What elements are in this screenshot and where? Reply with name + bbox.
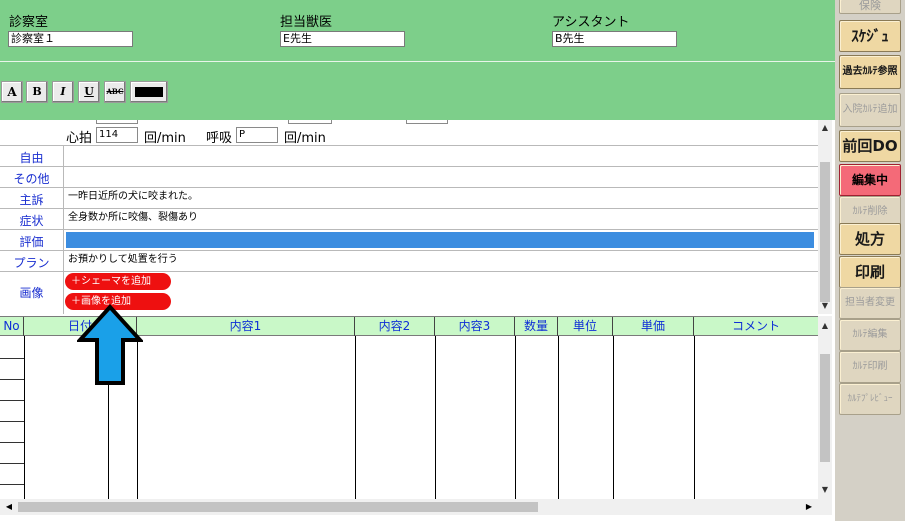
vitals-row: 心拍 114 回/min 呼吸 P 回/min bbox=[0, 120, 818, 146]
assistant-field[interactable]: B先生 bbox=[552, 31, 677, 47]
pulse-unit: 回/min bbox=[144, 131, 186, 146]
symptom-field[interactable]: 全身数か所に咬傷、裂傷あり bbox=[65, 209, 818, 229]
font-color-button[interactable] bbox=[130, 81, 168, 103]
change-staff-button[interactable]: 担当者変更 bbox=[839, 287, 901, 319]
row-label: 画像 bbox=[0, 272, 64, 314]
soap-row-symptom: 症状 全身数か所に咬傷、裂傷あり bbox=[0, 209, 818, 230]
form-scrollbar[interactable]: ▲ ▼ bbox=[818, 120, 832, 314]
soap-row-free: 自由 bbox=[0, 146, 818, 167]
header-panel: 診察室 診察室１ 担当獣医 E先生 アシスタント B先生 bbox=[0, 0, 835, 62]
soap-form: 心拍 114 回/min 呼吸 P 回/min 自由 その他 主訴 一昨日近所の… bbox=[0, 120, 818, 314]
row-label: その他 bbox=[0, 167, 64, 187]
add-inpatient-record-button[interactable]: 入院ｶﾙﾃ追加 bbox=[839, 93, 901, 127]
row-divider bbox=[0, 358, 24, 359]
vital-field-cut bbox=[288, 120, 332, 124]
row-label: プラン bbox=[0, 251, 64, 271]
soap-row-plan: プラン お預かりして処置を行う bbox=[0, 251, 818, 272]
vital-field-cut bbox=[96, 120, 138, 124]
column-header: 単価 bbox=[613, 317, 694, 336]
grid-horizontal-scrollbar[interactable]: ◀ ▶ bbox=[0, 499, 818, 515]
scroll-right-icon[interactable]: ▶ bbox=[802, 499, 816, 515]
vet-field[interactable]: E先生 bbox=[280, 31, 405, 47]
print-button[interactable]: 印刷 bbox=[839, 256, 901, 288]
row-label: 主訴 bbox=[0, 188, 64, 208]
font-size-button[interactable]: A bbox=[1, 81, 23, 103]
scroll-left-icon[interactable]: ◀ bbox=[2, 499, 16, 515]
scroll-up-icon[interactable]: ▲ bbox=[818, 318, 832, 334]
up-arrow-icon bbox=[77, 304, 143, 385]
grid-column-line bbox=[355, 336, 356, 499]
schedule-button[interactable]: ｽｹｼﾞｭ bbox=[839, 20, 901, 52]
scroll-down-icon[interactable]: ▼ bbox=[818, 298, 832, 314]
room-field[interactable]: 診察室１ bbox=[8, 31, 133, 47]
soap-row-complaint: 主訴 一昨日近所の犬に咬まれた。 bbox=[0, 188, 818, 209]
row-label: 自由 bbox=[0, 146, 64, 166]
free-field[interactable] bbox=[65, 146, 818, 166]
scroll-up-icon[interactable]: ▲ bbox=[818, 120, 832, 136]
strikethrough-button[interactable]: ABC bbox=[104, 81, 126, 103]
complaint-field[interactable]: 一昨日近所の犬に咬まれた。 bbox=[65, 188, 818, 208]
row-divider bbox=[0, 442, 24, 443]
scroll-corner bbox=[818, 499, 832, 515]
grid-column-line bbox=[613, 336, 614, 499]
column-header: 単位 bbox=[558, 317, 613, 336]
row-divider bbox=[0, 484, 24, 485]
chart-editor: 診察室 診察室１ 担当獣医 E先生 アシスタント B先生 A B I U ABC… bbox=[0, 0, 835, 521]
row-divider bbox=[0, 463, 24, 464]
grid-column-line bbox=[515, 336, 516, 499]
column-header: 内容3 bbox=[435, 317, 515, 336]
grid-column-line bbox=[435, 336, 436, 499]
format-toolbar: A B I U ABC bbox=[0, 62, 835, 120]
scroll-thumb[interactable] bbox=[820, 162, 830, 302]
vital-field-cut bbox=[406, 120, 448, 124]
assistant-label: アシスタント bbox=[552, 15, 630, 30]
color-swatch bbox=[135, 87, 163, 97]
grid-column-line bbox=[694, 336, 695, 499]
column-header: 内容2 bbox=[355, 317, 435, 336]
grid-column-line bbox=[558, 336, 559, 499]
column-header: 数量 bbox=[515, 317, 558, 336]
prescription-button[interactable]: 処方 bbox=[839, 223, 901, 255]
insurance-button[interactable]: 保険 bbox=[839, 0, 901, 14]
soap-row-assessment: 評価 bbox=[0, 230, 818, 251]
row-divider bbox=[0, 421, 24, 422]
grid-scrollbar[interactable]: ▲ ▼ bbox=[818, 316, 832, 499]
italic-button[interactable]: I bbox=[52, 81, 74, 103]
pulse-label: 心拍 bbox=[66, 131, 93, 146]
action-sidebar: 保険 ｽｹｼﾞｭ 過去ｶﾙﾃ参照 入院ｶﾙﾃ追加 前回DO 編集中 ｶﾙﾃ削除 … bbox=[835, 0, 905, 521]
grid-column-line bbox=[24, 336, 25, 499]
scroll-thumb[interactable] bbox=[18, 502, 538, 512]
column-header: 内容1 bbox=[137, 317, 355, 336]
column-header: No bbox=[0, 317, 24, 336]
plan-field[interactable]: お預かりして処置を行う bbox=[65, 251, 818, 271]
underline-button[interactable]: U bbox=[78, 81, 100, 103]
editing-button[interactable]: 編集中 bbox=[839, 164, 901, 196]
print-record-button[interactable]: ｶﾙﾃ印刷 bbox=[839, 351, 901, 383]
preview-record-button[interactable]: ｶﾙﾃﾌﾟﾚﾋﾞｭｰ bbox=[839, 383, 901, 415]
assessment-field[interactable] bbox=[66, 232, 814, 248]
soap-row-other: その他 bbox=[0, 167, 818, 188]
bold-button[interactable]: B bbox=[26, 81, 48, 103]
add-schema-button[interactable]: ＋シェーマを追加 bbox=[65, 273, 171, 290]
past-records-button[interactable]: 過去ｶﾙﾃ参照 bbox=[839, 55, 901, 89]
scroll-thumb[interactable] bbox=[820, 354, 830, 462]
room-label: 診察室 bbox=[9, 15, 49, 30]
row-label: 評価 bbox=[0, 230, 64, 250]
repeat-last-button[interactable]: 前回DO bbox=[839, 130, 901, 162]
row-divider bbox=[0, 400, 24, 401]
other-field[interactable] bbox=[65, 167, 818, 187]
row-divider bbox=[0, 379, 24, 380]
edit-record-button[interactable]: ｶﾙﾃ編集 bbox=[839, 319, 901, 351]
pulse-field[interactable]: 114 bbox=[96, 127, 138, 143]
vet-label: 担当獣医 bbox=[280, 15, 333, 30]
resp-unit: 回/min bbox=[284, 131, 326, 146]
resp-field[interactable]: P bbox=[236, 127, 278, 143]
column-header: コメント bbox=[731, 319, 780, 333]
resp-label: 呼吸 bbox=[206, 131, 233, 146]
row-label: 症状 bbox=[0, 209, 64, 229]
scroll-down-icon[interactable]: ▼ bbox=[818, 482, 832, 498]
